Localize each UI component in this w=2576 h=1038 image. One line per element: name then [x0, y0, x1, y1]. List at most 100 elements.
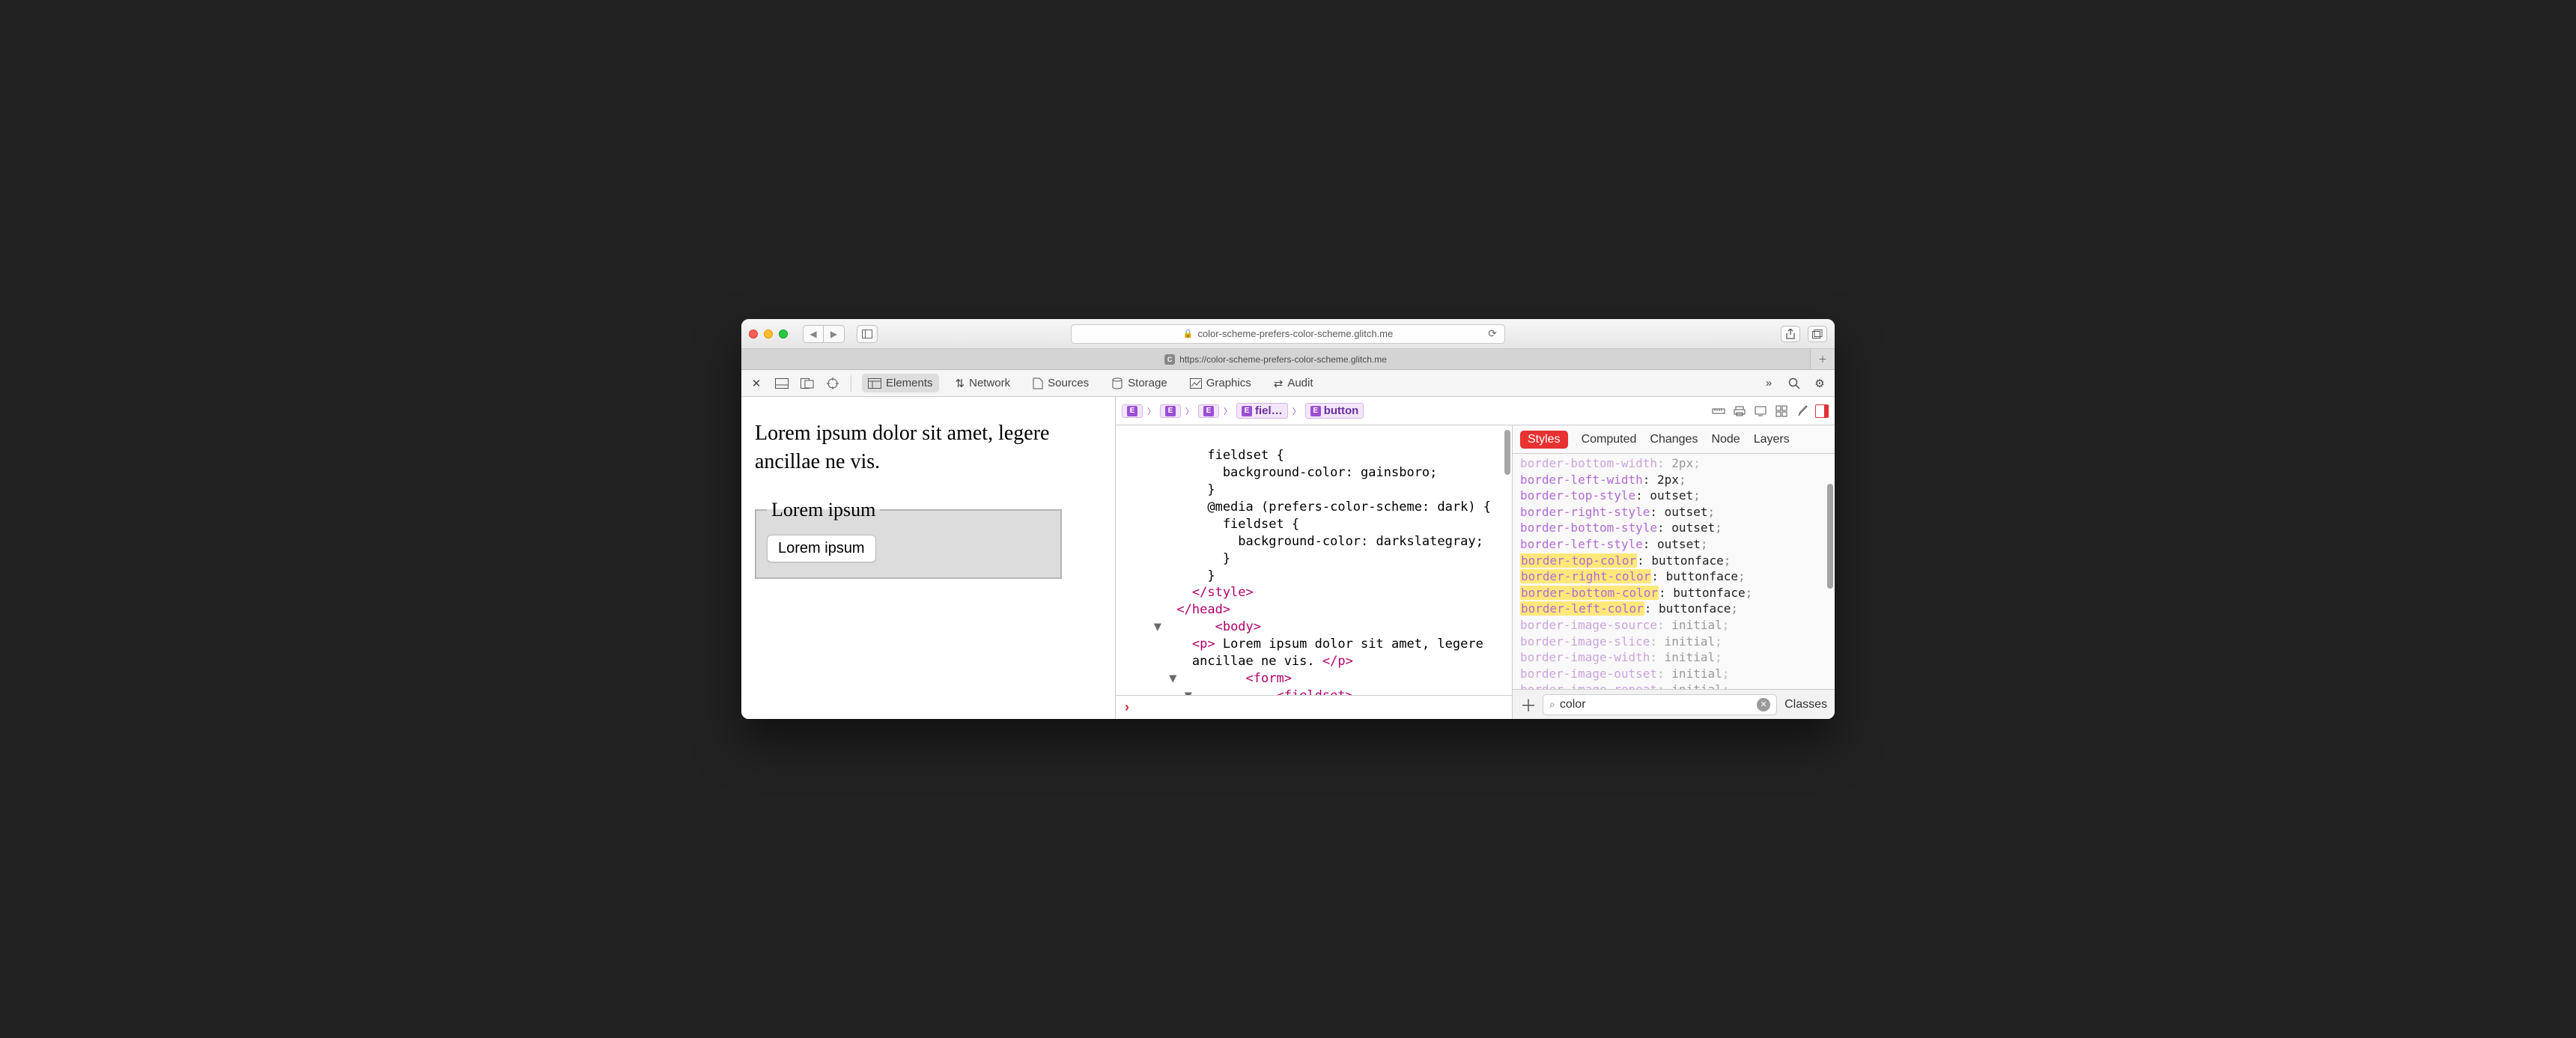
page-legend: Lorem ipsum [767, 499, 880, 521]
style-row[interactable]: border-left-width: 2px; [1520, 472, 1827, 488]
share-button[interactable] [1781, 326, 1800, 342]
style-row[interactable]: border-bottom-style: outset; [1520, 520, 1827, 536]
device-icon[interactable] [1752, 403, 1769, 419]
filter-value: color [1560, 698, 1586, 711]
styles-filter-input[interactable]: ⌕ color ✕ [1543, 694, 1777, 715]
style-row[interactable]: border-top-color: buttonface; [1520, 553, 1827, 569]
style-row[interactable]: border-bottom-color: buttonface; [1520, 585, 1827, 601]
tab-sources[interactable]: Sources [1027, 374, 1095, 392]
dom-tree[interactable]: fieldset { background-color: gainsboro; … [1116, 425, 1512, 695]
element-picker-icon[interactable] [825, 376, 840, 391]
storage-icon [1111, 377, 1123, 389]
style-row[interactable]: border-image-width: initial; [1520, 649, 1827, 666]
minimize-window-button[interactable] [764, 330, 773, 339]
console-prompt[interactable]: › [1116, 695, 1512, 719]
crumb-1[interactable]: E [1122, 404, 1143, 418]
page-fieldset: Lorem ipsum Lorem ipsum [755, 499, 1062, 579]
chevron-right-icon: 〉 [1147, 405, 1155, 417]
new-tab-button[interactable]: ＋ [1811, 349, 1835, 369]
tab-graphics[interactable]: Graphics [1184, 374, 1257, 392]
styles-pane: Styles Computed Changes Node Layers bord… [1513, 425, 1835, 719]
style-row[interactable]: border-image-repeat: initial; [1520, 682, 1827, 689]
nav-back-forward: ◀ ▶ [803, 325, 845, 343]
page-button[interactable]: Lorem ipsum [767, 535, 876, 562]
tab-sources-label: Sources [1048, 377, 1089, 389]
dock-side-icon[interactable] [800, 376, 815, 391]
tab-network[interactable]: ⇅ Network [950, 374, 1017, 393]
reload-button[interactable]: ⟳ [1486, 328, 1498, 340]
inspector: E 〉 E 〉 E 〉 E fiel… 〉 E button [1116, 397, 1835, 719]
style-row[interactable]: border-image-source: initial; [1520, 617, 1827, 634]
style-row[interactable]: border-left-style: outset; [1520, 536, 1827, 553]
page-form: Lorem ipsum Lorem ipsum [755, 499, 1102, 579]
style-row[interactable]: border-image-slice: initial; [1520, 634, 1827, 650]
filter-icon: ⌕ [1549, 698, 1555, 711]
tab-bar: C https://color-scheme-prefers-color-sch… [741, 349, 1835, 370]
chevron-right-icon: 〉 [1292, 405, 1301, 417]
style-row[interactable]: border-right-style: outset; [1520, 504, 1827, 520]
chevron-right-icon: 〉 [1224, 405, 1232, 417]
style-row[interactable]: border-top-style: outset; [1520, 488, 1827, 504]
classes-button[interactable]: Classes [1784, 698, 1827, 711]
tab-audit[interactable]: ⇄ Audit [1268, 374, 1319, 393]
tab-network-label: Network [969, 377, 1010, 389]
styles-tabbar: Styles Computed Changes Node Layers [1513, 425, 1835, 454]
styles-tab-node[interactable]: Node [1711, 433, 1740, 446]
gear-icon[interactable]: ⚙ [1812, 376, 1827, 391]
tab-elements-label: Elements [886, 377, 933, 389]
traffic-lights [749, 330, 788, 339]
back-button[interactable]: ◀ [803, 325, 824, 343]
chevron-right-icon: 〉 [1185, 405, 1194, 417]
audit-icon: ⇄ [1274, 377, 1284, 390]
styles-tab-computed[interactable]: Computed [1582, 433, 1637, 446]
clear-filter-button[interactable]: ✕ [1757, 698, 1770, 711]
ruler-icon[interactable] [1710, 403, 1727, 419]
style-row[interactable]: border-left-color: buttonface; [1520, 601, 1827, 617]
titlebar: ◀ ▶ 🔒 color-scheme-prefers-color-scheme.… [741, 319, 1835, 349]
zoom-window-button[interactable] [779, 330, 788, 339]
graphics-icon [1190, 378, 1202, 389]
tab-storage-label: Storage [1128, 377, 1167, 389]
dom-pane: fieldset { background-color: gainsboro; … [1116, 425, 1513, 719]
sources-icon [1033, 377, 1043, 389]
sidebar-toggle-button[interactable] [857, 325, 878, 343]
styles-scrollbar[interactable] [1827, 484, 1833, 589]
styles-tab-styles[interactable]: Styles [1520, 431, 1568, 449]
close-devtools-button[interactable]: ✕ [749, 376, 764, 391]
print-icon[interactable] [1731, 403, 1748, 419]
new-rule-button[interactable]: ＋ [1520, 693, 1535, 717]
devtools-toolbar: ✕ Elements ⇅ Network Sources Storage [741, 370, 1835, 397]
style-row[interactable]: border-image-outset: initial; [1520, 666, 1827, 682]
overflow-button[interactable]: » [1761, 376, 1776, 391]
mid-split: fieldset { background-color: gainsboro; … [1116, 425, 1835, 719]
dock-bottom-icon[interactable] [774, 376, 789, 391]
address-bar[interactable]: 🔒 color-scheme-prefers-color-scheme.glit… [1071, 324, 1505, 344]
styles-list[interactable]: border-bottom-width: 2px;border-left-wid… [1513, 454, 1835, 689]
element-path-row: E 〉 E 〉 E 〉 E fiel… 〉 E button [1116, 397, 1835, 425]
tab-elements[interactable]: Elements [862, 374, 939, 392]
toolbar-right [1781, 326, 1827, 342]
page-paragraph: Lorem ipsum dolor sit amet, legere ancil… [755, 419, 1102, 476]
toggle-right-panel-icon[interactable] [1815, 404, 1829, 418]
styles-tab-layers[interactable]: Layers [1754, 433, 1790, 446]
browser-tab[interactable]: C https://color-scheme-prefers-color-sch… [741, 349, 1811, 369]
crumb-fieldset[interactable]: E fiel… [1236, 403, 1288, 419]
tab-storage[interactable]: Storage [1105, 374, 1173, 392]
show-all-tabs-button[interactable] [1808, 326, 1827, 342]
crumb-2[interactable]: E [1160, 404, 1181, 418]
crumb-button[interactable]: E button [1305, 403, 1364, 419]
tab-graphics-label: Graphics [1206, 377, 1251, 389]
style-row[interactable]: border-right-color: buttonface; [1520, 568, 1827, 585]
lock-icon: 🔒 [1183, 329, 1194, 339]
grid-icon[interactable] [1773, 403, 1790, 419]
style-row[interactable]: border-bottom-width: 2px; [1520, 455, 1827, 472]
network-icon: ⇅ [956, 377, 965, 390]
close-window-button[interactable] [749, 330, 758, 339]
search-icon[interactable] [1787, 376, 1802, 391]
dom-scrollbar[interactable] [1504, 430, 1510, 475]
brush-icon[interactable] [1794, 403, 1811, 419]
forward-button[interactable]: ▶ [824, 325, 845, 343]
page-preview: Lorem ipsum dolor sit amet, legere ancil… [741, 397, 1116, 719]
styles-tab-changes[interactable]: Changes [1650, 433, 1698, 446]
crumb-3[interactable]: E [1198, 404, 1219, 418]
